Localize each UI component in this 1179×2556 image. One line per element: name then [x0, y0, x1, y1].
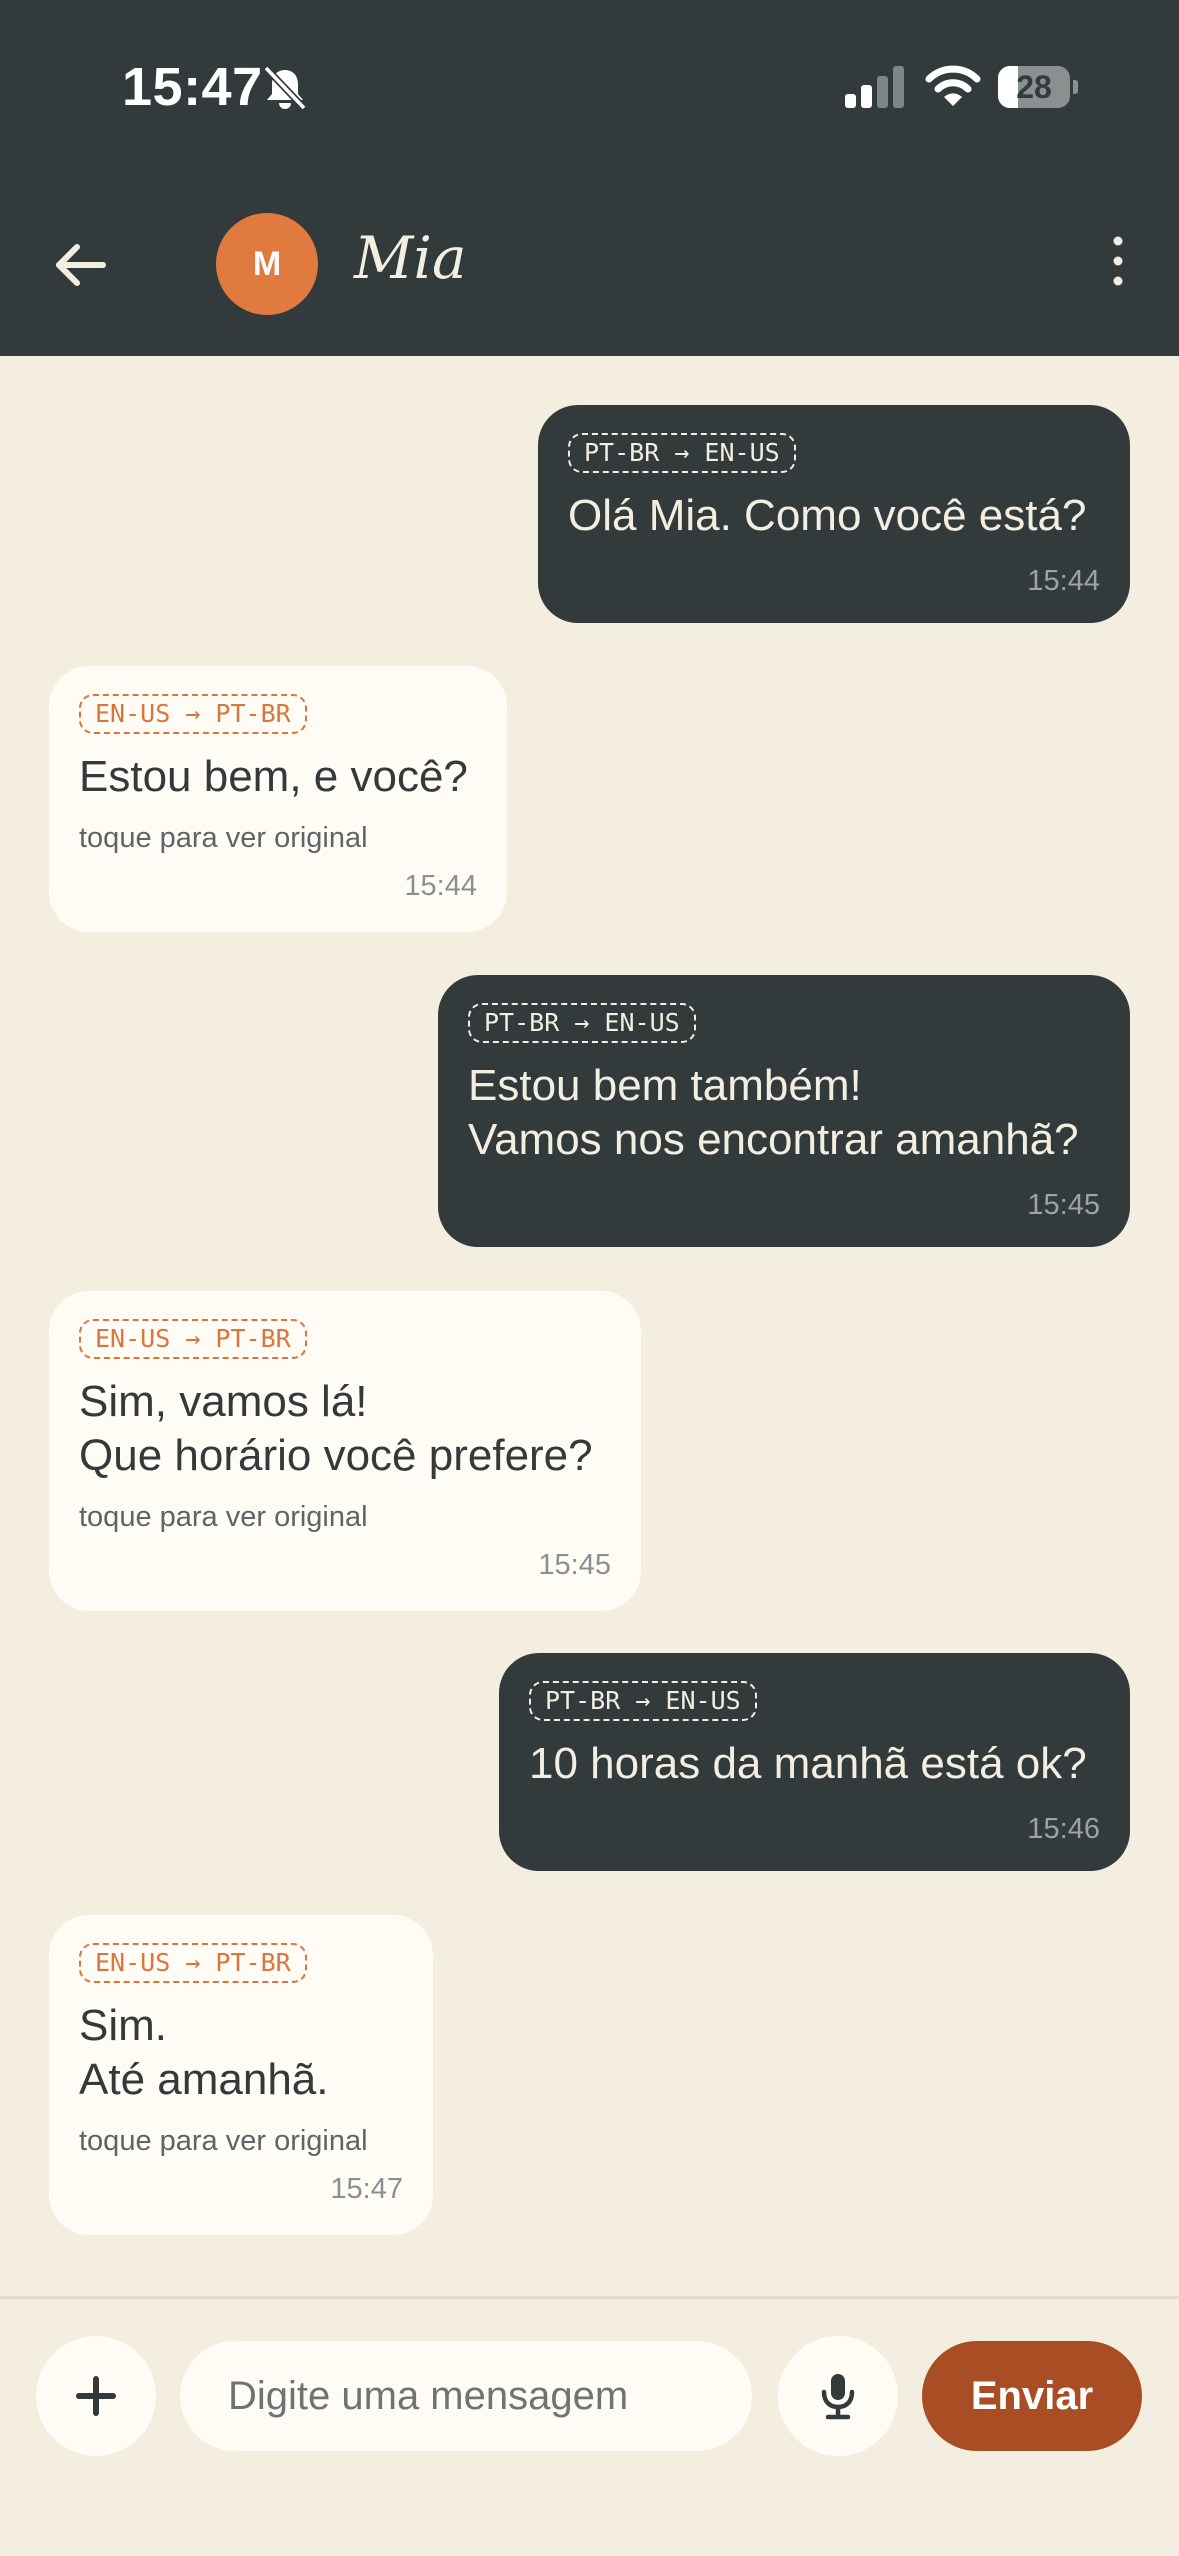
- translation-tag: EN-US → PT-BR: [79, 1943, 307, 1983]
- menu-button[interactable]: [1090, 225, 1146, 297]
- message-text: Estou bem, e você?: [79, 752, 468, 801]
- battery-icon: 28: [998, 66, 1078, 108]
- avatar[interactable]: M: [216, 213, 318, 315]
- translation-tag: PT-BR → EN-US: [468, 1003, 696, 1043]
- message-time: 15:44: [1027, 565, 1100, 597]
- message-bubble-incoming[interactable]: EN-US → PT-BR Sim. Até amanhã. toque par…: [49, 1915, 433, 2235]
- message-text: Olá Mia. Como você está?: [568, 491, 1087, 540]
- message-time: 15:46: [1027, 1813, 1100, 1845]
- view-original-hint[interactable]: toque para ver original: [79, 2125, 368, 2158]
- message-bubble-incoming[interactable]: EN-US → PT-BR Sim, vamos lá! Que horário…: [49, 1291, 641, 1611]
- more-vertical-icon: [1113, 236, 1123, 286]
- translation-tag: EN-US → PT-BR: [79, 694, 307, 734]
- message-composer: Enviar: [0, 2299, 1179, 2556]
- battery-level: 28: [1016, 69, 1052, 105]
- translation-tag: PT-BR → EN-US: [568, 433, 796, 473]
- send-button[interactable]: Enviar: [922, 2341, 1142, 2451]
- add-attachment-button[interactable]: [36, 2336, 156, 2456]
- message-time: 15:47: [330, 2173, 403, 2205]
- message-text: 10 horas da manhã está ok?: [529, 1739, 1087, 1788]
- bell-off-icon: [263, 65, 307, 111]
- message-time: 15:44: [404, 870, 477, 902]
- translation-tag: EN-US → PT-BR: [79, 1319, 307, 1359]
- back-button[interactable]: [40, 226, 118, 304]
- chat-header: 15:47 28 M Mia: [0, 0, 1179, 356]
- message-bubble-outgoing[interactable]: PT-BR → EN-US Estou bem também! Vamos no…: [438, 975, 1130, 1247]
- plus-icon: [76, 2376, 116, 2416]
- message-time: 15:45: [538, 1549, 611, 1581]
- status-time: 15:47: [122, 57, 263, 117]
- message-input[interactable]: [180, 2341, 752, 2451]
- contact-name[interactable]: Mia: [354, 224, 467, 292]
- signal-icon: [845, 66, 904, 108]
- arrow-left-icon: [56, 244, 106, 286]
- message-bubble-incoming[interactable]: EN-US → PT-BR Estou bem, e você? toque p…: [49, 666, 507, 932]
- message-bubble-outgoing[interactable]: PT-BR → EN-US 10 horas da manhã está ok?…: [499, 1653, 1130, 1871]
- view-original-hint[interactable]: toque para ver original: [79, 1501, 368, 1534]
- view-original-hint[interactable]: toque para ver original: [79, 822, 368, 855]
- message-bubble-outgoing[interactable]: PT-BR → EN-US Olá Mia. Como você está? 1…: [538, 405, 1130, 623]
- voice-message-button[interactable]: [778, 2336, 898, 2456]
- message-time: 15:45: [1027, 1189, 1100, 1221]
- microphone-icon: [821, 2374, 855, 2420]
- message-text: Sim, vamos lá! Que horário você prefere?: [79, 1377, 593, 1480]
- wifi-icon: [925, 65, 981, 106]
- message-text: Estou bem também! Vamos nos encontrar am…: [468, 1061, 1079, 1164]
- message-text: Sim. Até amanhã.: [79, 2001, 329, 2104]
- translation-tag: PT-BR → EN-US: [529, 1681, 757, 1721]
- message-list[interactable]: PT-BR → EN-US Olá Mia. Como você está? 1…: [0, 356, 1179, 2296]
